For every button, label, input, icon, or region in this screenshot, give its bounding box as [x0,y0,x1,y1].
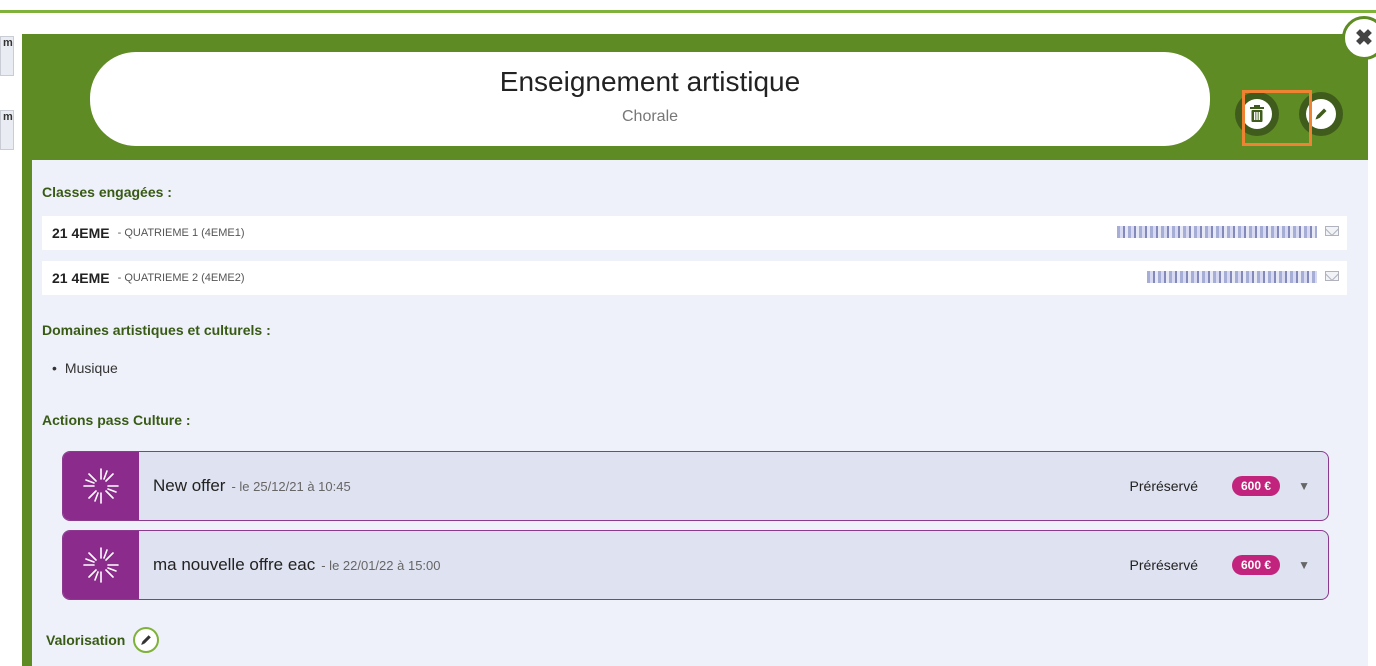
valorisation-label: Valorisation [46,632,126,648]
actions-label: Actions pass Culture : [42,412,191,428]
action-date: - le 25/12/21 à 10:45 [231,478,351,494]
chevron-down-icon[interactable]: ▼ [1298,558,1310,572]
blurred-contact [1147,271,1317,283]
class-description: - QUATRIEME 1 (4EME1) [117,227,245,239]
chevron-down-icon[interactable]: ▼ [1298,479,1310,493]
class-code: 21 4EME [52,225,110,241]
close-icon: ✖ [1354,25,1374,50]
pencil-icon [1315,108,1327,120]
classes-label: Classes engagées : [42,184,172,200]
class-code: 21 4EME [52,270,110,286]
background-tab[interactable]: m [0,36,14,76]
domains-label: Domaines artistiques et culturels : [42,322,271,338]
valorisation-row: Valorisation [46,627,160,653]
pass-culture-burst-icon [63,531,139,599]
action-name: ma nouvelle offre eac [153,555,316,574]
blurred-contact [1117,226,1317,238]
mail-icon[interactable] [1325,271,1339,281]
top-divider [0,10,1376,13]
action-status: Préréservé [1129,478,1198,494]
modal-title: Enseignement artistique [499,66,801,97]
action-card[interactable]: ma nouvelle offre eac - le 22/01/22 à 15… [62,530,1329,600]
pencil-icon [141,635,152,645]
action-date: - le 22/01/22 à 15:00 [321,557,441,573]
modal-subtitle: Chorale [621,108,679,125]
background-tab[interactable]: m [0,110,14,150]
class-row: 21 4EME - QUATRIEME 1 (4EME1) [42,216,1347,250]
domain-list: Musique [52,360,118,376]
title-card: Enseignement artistique Chorale [90,52,1210,146]
action-status: Préréservé [1129,557,1198,573]
price-badge: 600 € [1231,476,1280,496]
class-row: 21 4EME - QUATRIEME 2 (4EME2) [42,261,1347,295]
page: m m Enseignement artistique Chorale Clas… [0,0,1376,666]
action-highlight-box [1242,90,1312,146]
pass-culture-burst-icon [63,452,139,520]
action-name: New offer [153,476,226,495]
price-badge: 600 € [1231,555,1280,575]
action-card[interactable]: New offer - le 25/12/21 à 10:45 Préréser… [62,451,1329,521]
valorisation-edit-button[interactable] [133,627,160,653]
mail-icon[interactable] [1325,226,1339,236]
modal-header: Enseignement artistique Chorale [32,34,1368,160]
detail-modal: Enseignement artistique Chorale Classes … [22,34,1368,666]
domain-item: Musique [52,360,118,376]
class-description: - QUATRIEME 2 (4EME2) [117,272,245,284]
